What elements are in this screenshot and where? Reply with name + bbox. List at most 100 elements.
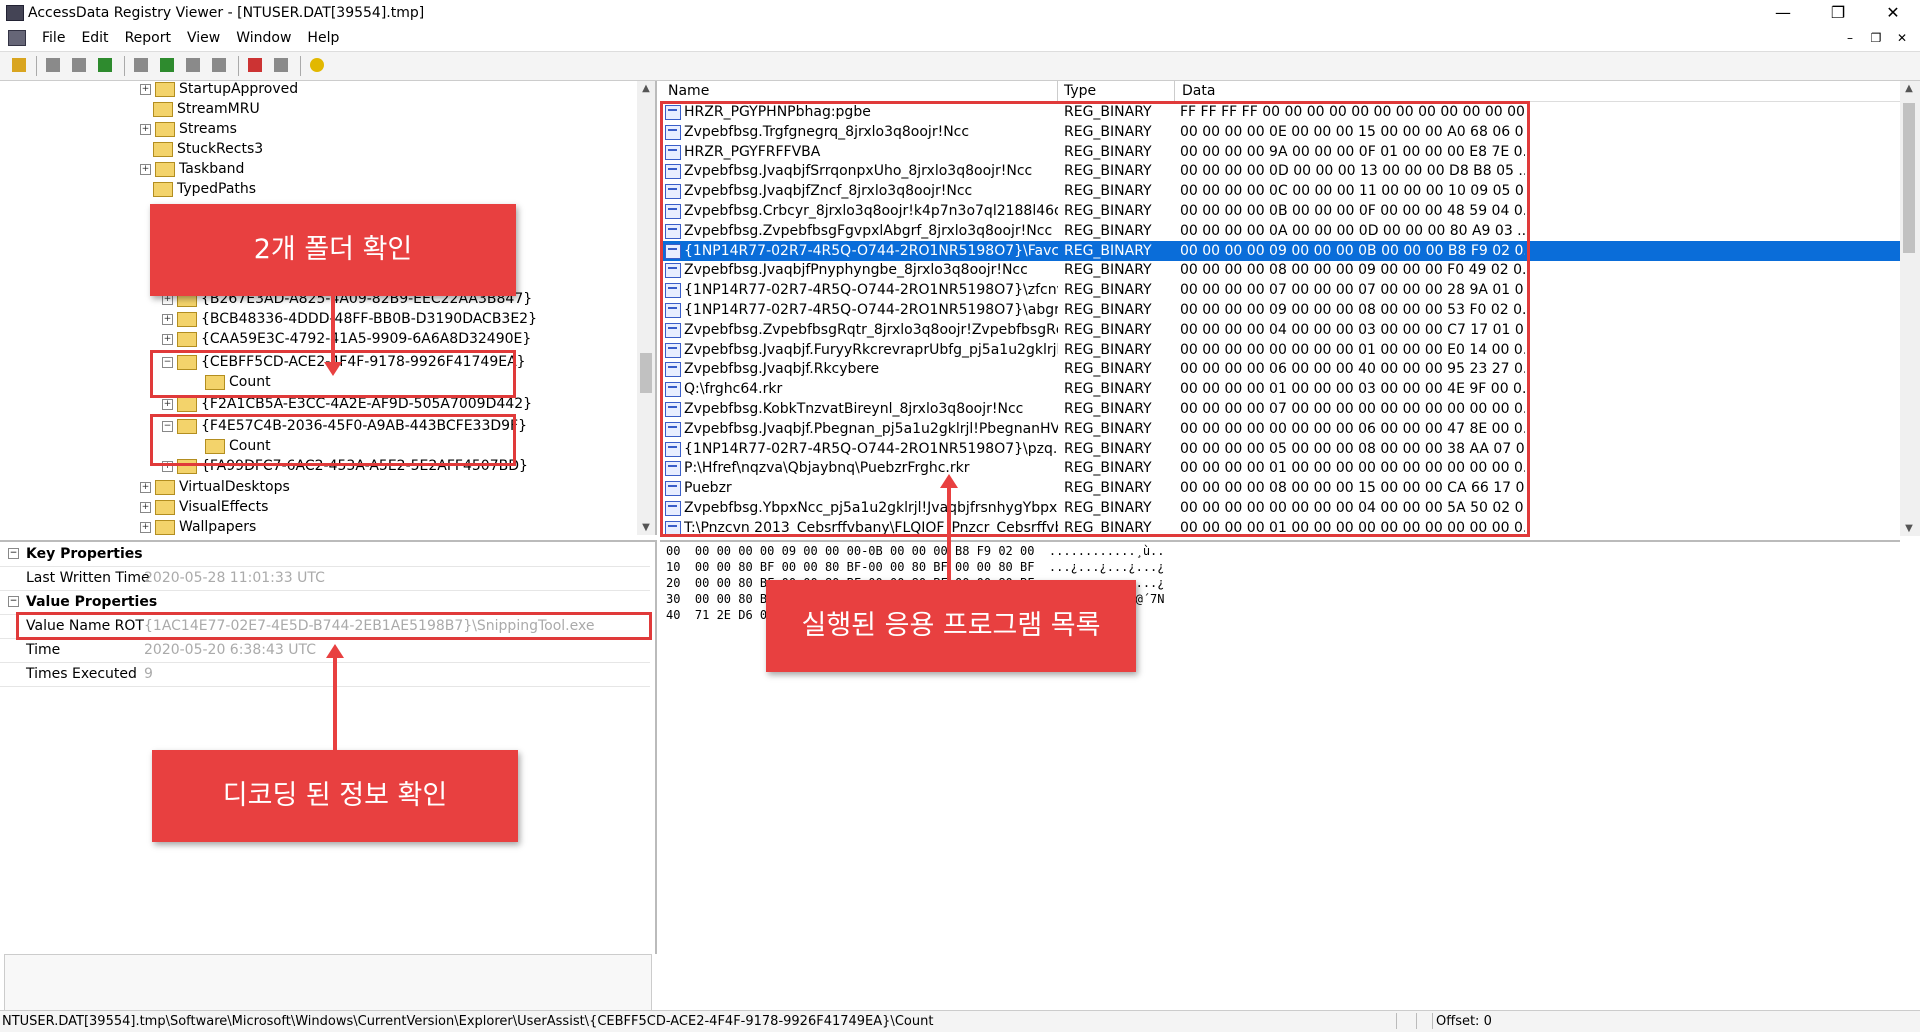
tree-node-label: Wallpapers bbox=[179, 519, 257, 535]
edit-report-icon[interactable] bbox=[184, 56, 204, 74]
collapse-icon[interactable]: − bbox=[8, 548, 19, 559]
document-icon[interactable] bbox=[8, 30, 26, 46]
toolbar-separator bbox=[300, 56, 301, 76]
registry-tree[interactable]: + StartupApproved StreamMRU + Streams Stuc… bbox=[0, 81, 657, 535]
help-icon[interactable] bbox=[308, 56, 328, 74]
property-row[interactable]: Time 2020-05-20 6:38:43 UTC bbox=[0, 638, 650, 662]
status-path: NTUSER.DAT[39554].tmp\Software\Microsoft… bbox=[2, 1014, 934, 1029]
tree-node-label: Taskband bbox=[179, 161, 245, 177]
tree-node-label: StreamMRU bbox=[177, 101, 260, 117]
tree-node[interactable]: StreamMRU bbox=[140, 101, 260, 121]
folder-icon bbox=[155, 479, 175, 495]
highlight-value-name bbox=[16, 612, 652, 640]
menu-file[interactable]: File bbox=[34, 30, 73, 46]
properties-pane: − Key Properties Last Written Time 2020-… bbox=[0, 540, 657, 1016]
arrowhead bbox=[324, 362, 342, 376]
tree-node-label: StuckRects3 bbox=[177, 141, 264, 157]
tree-node[interactable]: + Taskband bbox=[140, 161, 244, 181]
toolbar bbox=[0, 51, 1920, 81]
status-offset: Offset: 0 bbox=[1436, 1014, 1492, 1029]
menu-edit[interactable]: Edit bbox=[73, 30, 116, 46]
tree-node[interactable]: + Wallpapers bbox=[140, 519, 256, 535]
menu-window[interactable]: Window bbox=[228, 30, 299, 46]
expand-icon[interactable]: + bbox=[140, 481, 151, 493]
find-icon[interactable] bbox=[70, 56, 90, 74]
group-label: Value Properties bbox=[26, 594, 158, 610]
tree-scrollbar[interactable]: ▲ ▼ bbox=[637, 81, 655, 535]
tree-node-label: {F2A1CB5A-E3CC-4A2E-AF9D-505A7009D442} bbox=[201, 396, 533, 412]
status-bar: NTUSER.DAT[39554].tmp\Software\Microsoft… bbox=[0, 1010, 1920, 1032]
open-folder-icon[interactable] bbox=[10, 56, 30, 74]
key-properties-group[interactable]: − Key Properties bbox=[0, 542, 650, 566]
expand-icon[interactable]: + bbox=[140, 83, 151, 95]
menu-report[interactable]: Report bbox=[117, 30, 179, 46]
expand-icon[interactable]: + bbox=[140, 123, 151, 135]
tree-node[interactable]: + StartupApproved bbox=[140, 81, 298, 101]
close-button[interactable]: ✕ bbox=[1870, 0, 1916, 26]
property-value: 2020-05-20 6:38:43 UTC bbox=[144, 642, 316, 658]
arrowhead bbox=[326, 644, 344, 658]
mdi-restore-button[interactable]: ❐ bbox=[1866, 29, 1886, 47]
mdi-minimize-button[interactable]: – bbox=[1840, 29, 1860, 47]
group-label: Key Properties bbox=[26, 546, 143, 562]
export-icon[interactable] bbox=[132, 56, 152, 74]
mdi-close-button[interactable]: ✕ bbox=[1892, 29, 1912, 47]
property-row[interactable]: Times Executed 9 bbox=[0, 662, 650, 686]
value-properties-group[interactable]: − Value Properties bbox=[0, 590, 650, 614]
scroll-thumb[interactable] bbox=[1903, 103, 1915, 253]
toolbar-separator bbox=[124, 56, 125, 76]
callout-arrow bbox=[333, 656, 337, 750]
property-label: Times Executed bbox=[26, 666, 137, 682]
expand-icon[interactable]: + bbox=[162, 313, 173, 325]
tree-node[interactable]: + Streams bbox=[140, 121, 237, 141]
scroll-down-icon[interactable]: ▼ bbox=[1900, 523, 1918, 534]
callout-arrow bbox=[331, 296, 335, 366]
window-title: AccessData Registry Viewer - [NTUSER.DAT… bbox=[28, 5, 425, 21]
scroll-up-icon[interactable]: ▲ bbox=[637, 83, 655, 94]
column-name[interactable]: Name bbox=[668, 83, 709, 99]
tree-node[interactable]: TypedPaths bbox=[140, 181, 256, 201]
tree-node-label: VirtualDesktops bbox=[179, 479, 290, 495]
highlight-value-list bbox=[660, 101, 1530, 537]
tree-node-label: {BCB48336-4DDD-48FF-BB0B-D3190DACB3E2} bbox=[201, 311, 537, 327]
restore-button[interactable]: ❐ bbox=[1815, 0, 1861, 26]
tree-node[interactable]: + VirtualDesktops bbox=[140, 479, 290, 499]
column-type[interactable]: Type bbox=[1064, 83, 1096, 99]
tree-node[interactable]: + {BCB48336-4DDD-48FF-BB0B-D3190DACB3E2} bbox=[162, 311, 537, 331]
scroll-down-icon[interactable]: ▼ bbox=[637, 522, 655, 533]
key-icon[interactable] bbox=[96, 56, 116, 74]
folder-icon bbox=[155, 121, 175, 137]
expand-icon[interactable]: + bbox=[162, 333, 173, 345]
expand-icon[interactable]: + bbox=[162, 398, 173, 410]
folder-icon bbox=[155, 161, 175, 177]
property-row[interactable]: Last Written Time 2020-05-28 11:01:33 UT… bbox=[0, 566, 650, 590]
tree-node-label: Streams bbox=[179, 121, 237, 137]
report-icon[interactable] bbox=[44, 56, 64, 74]
arrowhead bbox=[940, 474, 958, 488]
list-header: Name Type Data bbox=[660, 81, 1900, 102]
callout-folders: 2개 폴더 확인 bbox=[150, 204, 516, 296]
scroll-thumb[interactable] bbox=[640, 353, 652, 393]
highlight-folder-2 bbox=[150, 414, 516, 466]
property-label: Time bbox=[26, 642, 61, 658]
expand-icon[interactable]: + bbox=[140, 501, 151, 513]
tree-node-label: {CAA59E3C-4792-41A5-9909-6A6A8D32490E} bbox=[201, 331, 532, 347]
menu-view[interactable]: View bbox=[179, 30, 228, 46]
tree-node-label: VisualEffects bbox=[179, 499, 269, 515]
list-scrollbar[interactable]: ▲ ▼ bbox=[1900, 81, 1920, 536]
column-data[interactable]: Data bbox=[1182, 83, 1215, 99]
tree-node[interactable]: + {F2A1CB5A-E3CC-4A2E-AF9D-505A7009D442} bbox=[162, 396, 532, 416]
disconnect-icon[interactable] bbox=[272, 56, 292, 74]
expand-icon[interactable]: + bbox=[140, 163, 151, 175]
scroll-up-icon[interactable]: ▲ bbox=[1900, 83, 1918, 94]
tree-node[interactable]: StuckRects3 bbox=[140, 141, 263, 161]
collapse-icon[interactable]: − bbox=[8, 596, 19, 607]
add-report-icon[interactable] bbox=[158, 56, 178, 74]
tree-node[interactable]: + {CAA59E3C-4792-41A5-9909-6A6A8D32490E} bbox=[162, 331, 531, 351]
connect-icon[interactable] bbox=[246, 56, 266, 74]
expand-icon[interactable]: + bbox=[140, 521, 151, 533]
minimize-button[interactable]: — bbox=[1760, 0, 1806, 26]
bookmark-icon[interactable] bbox=[210, 56, 230, 74]
menu-help[interactable]: Help bbox=[299, 30, 347, 46]
tree-node[interactable]: + VisualEffects bbox=[140, 499, 268, 519]
